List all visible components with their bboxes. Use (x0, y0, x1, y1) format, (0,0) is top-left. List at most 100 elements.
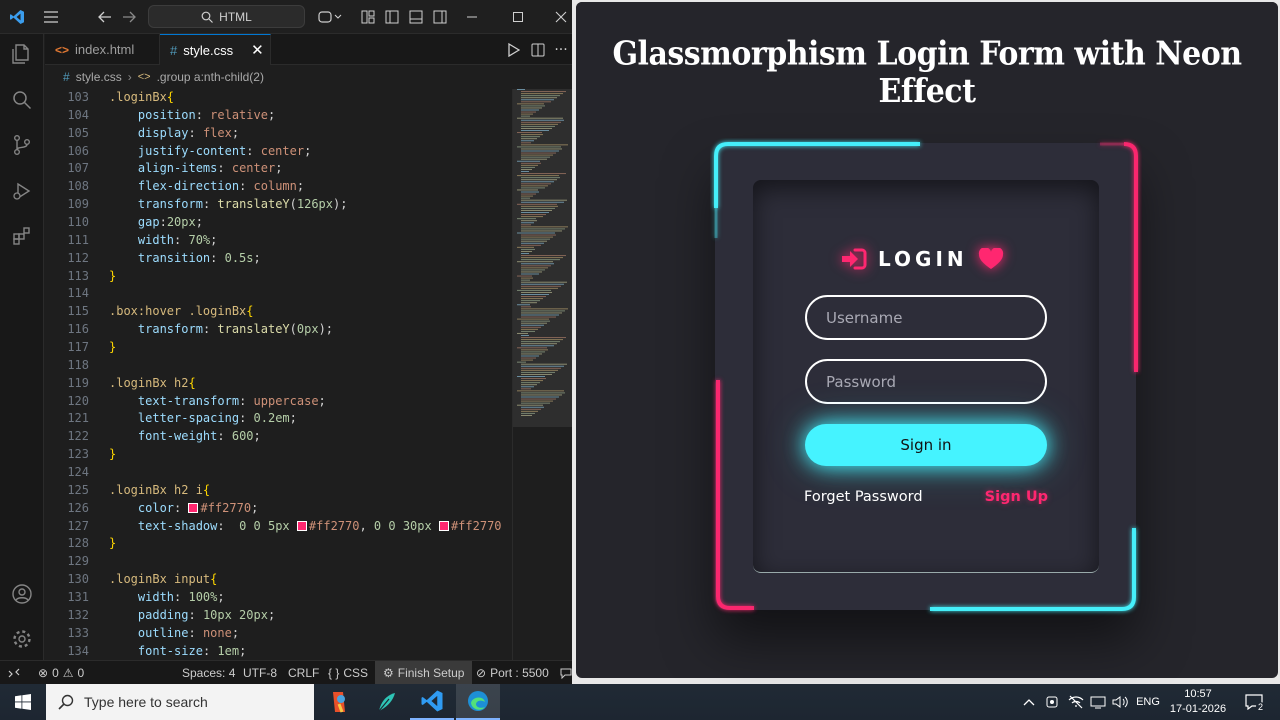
minimap-line (521, 148, 562, 150)
error-count: 0 (52, 666, 59, 680)
minimap-line (521, 410, 538, 412)
encoding-status[interactable]: UTF-8 (243, 661, 277, 684)
activity-bar (0, 34, 44, 660)
settings-gear-icon[interactable] (0, 619, 44, 659)
minimap-line (521, 398, 556, 400)
copilot-icon[interactable] (316, 8, 344, 26)
minimap-line (521, 345, 554, 347)
minimap-line (521, 187, 545, 189)
close-window-icon[interactable] (553, 8, 569, 26)
split-editor-icon[interactable] (530, 41, 546, 59)
status-bar: ⊗ 0 ⚠ 0 Spaces: 4 UTF-8 CRLF { } CSS ⚙ F… (0, 660, 572, 684)
command-center-search[interactable]: HTML (148, 5, 305, 28)
tray-network-off-icon[interactable] (1066, 684, 1086, 720)
minimap-line (521, 183, 551, 185)
layout-icon[interactable] (360, 8, 376, 26)
code-content[interactable]: .loginBx{ position: relative; display: f… (109, 89, 510, 660)
code-line: } (109, 340, 117, 355)
account-icon[interactable] (0, 574, 44, 614)
minimap-line (521, 314, 559, 316)
minimap-line (521, 130, 549, 131)
windows-start-icon[interactable] (0, 684, 46, 720)
minimap-line (521, 382, 540, 384)
run-debug-icon[interactable] (0, 171, 44, 211)
search-icon[interactable] (0, 80, 44, 120)
taskbar-search[interactable]: Type here to search (46, 684, 314, 720)
minimap-line (521, 365, 564, 367)
line-number: 104 (67, 107, 89, 122)
menu-icon[interactable] (42, 8, 60, 26)
explorer-icon[interactable] (0, 34, 44, 74)
tray-meet-icon[interactable] (1042, 684, 1062, 720)
notification-center-icon[interactable]: 2 (1236, 684, 1272, 720)
vscode-logo-icon[interactable] (8, 8, 26, 26)
tray-chevron-up-icon[interactable] (1020, 684, 1038, 720)
minimap-line (521, 152, 556, 154)
minimize-icon[interactable] (464, 8, 480, 26)
minimap-line (521, 386, 534, 388)
close-tab-icon[interactable]: ✕ (251, 41, 264, 59)
minimap-line (517, 289, 551, 291)
sign-in-button[interactable]: Sign in (805, 424, 1047, 466)
minimap-line (521, 257, 563, 259)
live-server-port[interactable]: ⊘ Port : 5500 (476, 661, 549, 684)
remote-icon[interactable] (8, 661, 20, 684)
toggle-secondary-sidebar-icon[interactable] (432, 8, 448, 26)
minimap[interactable] (512, 89, 572, 660)
minimap-line (521, 337, 566, 339)
tray-language[interactable]: ENG (1134, 684, 1162, 720)
minimap-line (521, 400, 553, 402)
minimap-line (521, 162, 541, 164)
tab-index-html[interactable]: <> index.html (45, 34, 160, 65)
minimap-line (521, 287, 558, 289)
minimap-line (521, 193, 536, 195)
line-number: 134 (67, 643, 89, 658)
minimap-line (521, 250, 532, 252)
minimap-line (521, 294, 549, 295)
code-line: position: relative; (137, 107, 276, 122)
username-input[interactable]: Username (805, 295, 1047, 340)
tab-style-css[interactable]: # style.css ✕ (160, 34, 271, 65)
notifications-icon[interactable] (560, 661, 572, 684)
code-editor[interactable]: 103 104 105 106 107 108 109 110 111 112 113 114 115 1… (45, 89, 510, 660)
minimap-line (521, 230, 562, 232)
run-icon[interactable] (505, 41, 521, 59)
app-icon-feather[interactable] (368, 684, 404, 720)
maximize-icon[interactable] (510, 8, 526, 26)
command-center-label: HTML (219, 9, 252, 24)
problems-status[interactable]: ⊗ 0 ⚠ 0 (38, 661, 84, 684)
minimap-line (517, 132, 542, 134)
minimap-line (521, 373, 552, 375)
minimap-line (521, 240, 547, 242)
line-number: 121 (67, 411, 89, 426)
notification-count: 2 (1256, 702, 1266, 712)
eol-status[interactable]: CRLF (288, 661, 319, 684)
extensions-icon[interactable] (0, 216, 44, 256)
forget-password-link[interactable]: Forget Password (804, 489, 923, 505)
chevron-right-icon: › (127, 70, 132, 84)
breadcrumb-symbol[interactable]: .group a:nth-child(2) (157, 70, 264, 84)
forward-arrow-icon[interactable] (120, 8, 138, 26)
app-icon-paint[interactable] (322, 684, 358, 720)
code-line: font-weight: 600; (137, 429, 261, 444)
tray-clock[interactable]: 10:57 17-01-2026 (1166, 684, 1230, 720)
finish-setup-button[interactable]: ⚙ Finish Setup (375, 661, 473, 684)
more-actions-icon[interactable]: ··· (553, 41, 569, 59)
source-control-icon[interactable] (0, 125, 44, 165)
password-input[interactable]: Password (805, 359, 1047, 404)
breadcrumb-file[interactable]: style.css (76, 70, 122, 84)
tray-display-icon[interactable] (1088, 684, 1108, 720)
indentation-status[interactable]: Spaces: 4 (182, 661, 235, 684)
minimap-line (517, 404, 543, 406)
minimap-line (521, 384, 537, 386)
sign-up-link[interactable]: Sign Up (985, 489, 1048, 505)
toggle-panel-icon[interactable] (408, 8, 424, 26)
back-arrow-icon[interactable] (96, 8, 114, 26)
tray-volume-icon[interactable] (1110, 684, 1130, 720)
toggle-sidebar-icon[interactable] (384, 8, 400, 26)
language-status[interactable]: { } CSS (328, 661, 368, 684)
app-icon-vscode[interactable] (410, 684, 454, 720)
app-icon-edge[interactable] (456, 684, 500, 720)
line-number: 116 (67, 322, 89, 337)
